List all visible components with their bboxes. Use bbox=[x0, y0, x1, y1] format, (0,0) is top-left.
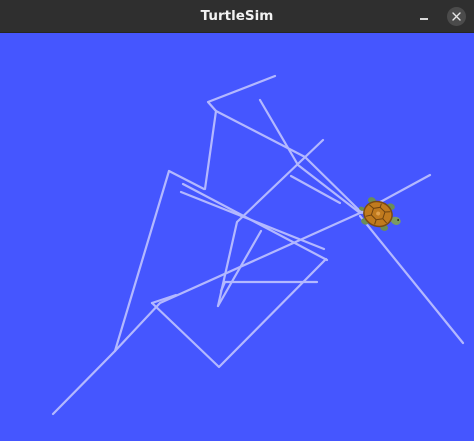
close-button[interactable] bbox=[447, 7, 466, 26]
turtle-sprite bbox=[358, 197, 401, 231]
window-title: TurtleSim bbox=[200, 8, 274, 24]
title-bar[interactable]: TurtleSim bbox=[0, 0, 474, 33]
turtle-canvas bbox=[0, 33, 474, 441]
minimize-button[interactable] bbox=[412, 8, 436, 26]
minimize-icon bbox=[420, 18, 428, 20]
turtlesim-window: TurtleSim bbox=[0, 0, 474, 441]
close-icon bbox=[452, 12, 461, 21]
turtle-icon bbox=[358, 197, 401, 231]
